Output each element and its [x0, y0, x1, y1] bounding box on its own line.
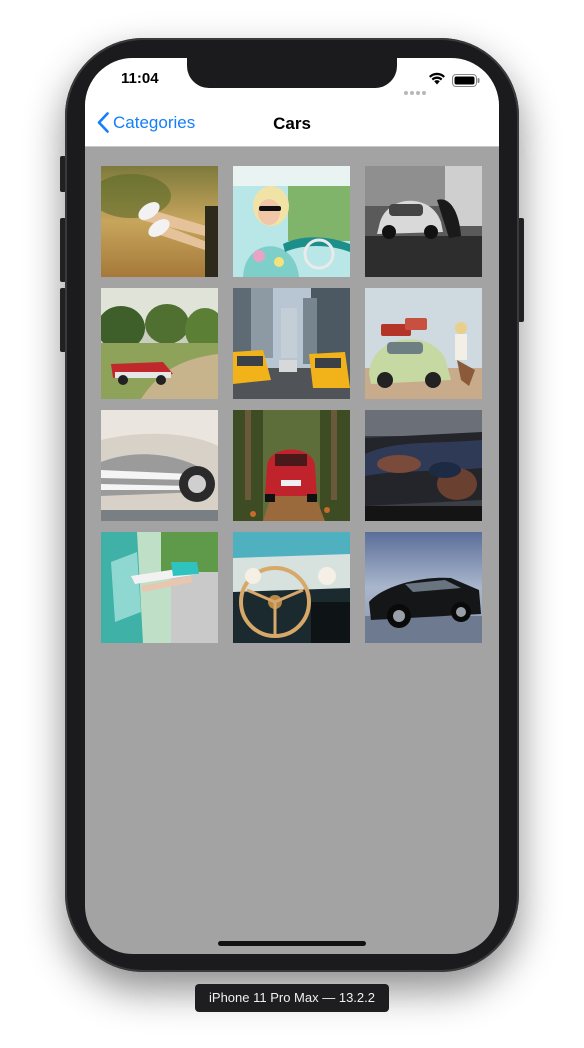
- device-screen: 11:04 Categories Cars: [85, 58, 499, 954]
- photo-tile[interactable]: [365, 166, 482, 277]
- simulator-stage: 11:04 Categories Cars iPhone 11 Pro Max …: [0, 0, 584, 1048]
- photo-bw-beetle: [365, 166, 482, 277]
- photo-tile[interactable]: [233, 410, 350, 521]
- photo-grid: [101, 166, 482, 643]
- photo-red-convertible: [101, 288, 218, 399]
- battery-icon: [452, 74, 480, 87]
- page-title: Cars: [273, 114, 311, 133]
- photo-chrome-grille: [101, 410, 218, 521]
- status-bar: 11:04: [85, 58, 499, 102]
- photo-people-on-car: [365, 410, 482, 521]
- photo-tile[interactable]: [365, 288, 482, 399]
- photo-muscle-car: [365, 532, 482, 643]
- photo-tile[interactable]: [101, 166, 218, 277]
- photo-tile[interactable]: [101, 410, 218, 521]
- photo-taxis-city: [233, 288, 350, 399]
- photo-woman-driving: [233, 166, 350, 277]
- cellular-dots-icon: [404, 82, 428, 100]
- photo-tile[interactable]: [365, 410, 482, 521]
- photo-legs-window: [101, 166, 218, 277]
- photo-green-beetle: [365, 288, 482, 399]
- photo-tile[interactable]: [233, 532, 350, 643]
- photo-tile[interactable]: [365, 532, 482, 643]
- photo-dashboard: [233, 532, 350, 643]
- photo-tile[interactable]: [101, 532, 218, 643]
- navigation-bar: Categories Cars: [85, 102, 499, 147]
- home-indicator[interactable]: [218, 941, 366, 946]
- photo-teal-car-feet: [101, 532, 218, 643]
- photo-tile[interactable]: [233, 166, 350, 277]
- notch: [187, 58, 397, 88]
- photo-tile[interactable]: [233, 288, 350, 399]
- status-time: 11:04: [121, 70, 159, 87]
- simulator-device-label: iPhone 11 Pro Max — 13.2.2: [195, 984, 389, 1012]
- photo-tile[interactable]: [101, 288, 218, 399]
- wifi-icon: [429, 72, 445, 85]
- photo-red-car-forest: [233, 410, 350, 521]
